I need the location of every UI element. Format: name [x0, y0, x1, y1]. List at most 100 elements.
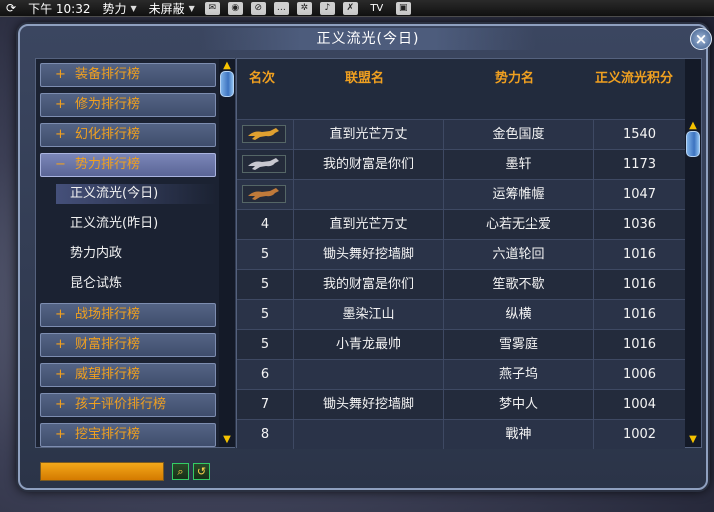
music-icon[interactable]: ♪: [319, 1, 335, 15]
table-row[interactable]: 我的财富是你们 墨轩 1173: [237, 149, 685, 179]
faction-cell: 六道轮回: [492, 247, 545, 262]
column-divider: [593, 119, 594, 449]
faction-cell: 笙歌不歇: [492, 277, 545, 292]
category-cultivation[interactable]: + 修为排行榜: [40, 93, 216, 117]
close-icon[interactable]: ×: [690, 28, 712, 50]
alliance-cell: 小青龙最帅: [335, 337, 401, 352]
chat-icon[interactable]: …: [273, 1, 289, 15]
category-label: 修为排行榜: [75, 97, 141, 112]
block-dropdown[interactable]: 未屏蔽 ▼: [143, 0, 201, 17]
category-label: 威望排行榜: [75, 367, 141, 382]
header-alliance: 联盟名: [345, 71, 385, 86]
rank-medal: [237, 180, 293, 209]
scroll-down-icon[interactable]: ▼: [221, 435, 233, 445]
scroll-up-icon[interactable]: ▲: [687, 121, 699, 131]
rank-cell: 4: [260, 217, 270, 232]
table-row[interactable]: 运筹帷幄 1047: [237, 179, 685, 209]
alliance-cell: 墨染江山: [342, 307, 395, 322]
alliance-cell: [294, 360, 443, 389]
left-scrollbar[interactable]: ▲ ▼: [219, 59, 235, 447]
faction-cell: 梦中人: [498, 397, 538, 412]
block-label: 未屏蔽: [148, 1, 185, 16]
ranking-table: 名次 联盟名 势力名 正义流光积分 直到光芒万丈 金色国度 1540 我的财富是你们墨…: [236, 58, 702, 449]
faction-cell: 心若无尘爱: [485, 217, 551, 232]
category-wealth[interactable]: + 财富排行榜: [40, 333, 216, 357]
scroll-down-icon[interactable]: ▼: [687, 435, 699, 445]
no-sign-icon[interactable]: ⊘: [250, 1, 266, 15]
category-treasure[interactable]: + 挖宝排行榜: [40, 423, 216, 447]
subitem-internal-affairs[interactable]: 势力内政: [70, 244, 122, 264]
faction-cell: 墨轩: [505, 157, 532, 172]
score-cell: 1004: [622, 397, 657, 412]
table-row[interactable]: 4 直到光芒万丈 心若无尘爱 1036: [237, 209, 685, 239]
faction-cell: 燕子坞: [498, 367, 538, 382]
table-row[interactable]: 8 戰神 1002: [237, 419, 685, 449]
alliance-cell: 我的财富是你们: [322, 277, 414, 292]
faction-cell: 雪雾庭: [498, 337, 538, 352]
table-row[interactable]: 5 小青龙最帅 雪雾庭 1016: [237, 329, 685, 359]
table-row[interactable]: 直到光芒万丈 金色国度 1540: [237, 119, 685, 149]
tv-icon[interactable]: TV: [366, 2, 388, 15]
category-battlefield[interactable]: + 战场排行榜: [40, 303, 216, 327]
score-cell: 1016: [622, 277, 657, 292]
refresh-icon[interactable]: ⟳: [0, 0, 22, 17]
table-row[interactable]: 5 锄头舞好挖墙脚 六道轮回 1016: [237, 239, 685, 269]
settings-icon[interactable]: ✲: [296, 1, 312, 15]
rank-cell: 5: [260, 277, 270, 292]
category-children[interactable]: + 孩子评价排行榜: [40, 393, 216, 417]
alliance-cell: 直到光芒万丈: [329, 217, 408, 232]
scroll-thumb[interactable]: [686, 131, 700, 157]
top-hud-bar: ⟳ 下午 10:32 势力 ▼ 未屏蔽 ▼ ✉ ◉ ⊘ … ✲ ♪ ✗ TV ▣: [0, 0, 714, 17]
expand-icon: +: [55, 67, 66, 82]
chevron-down-icon: ▼: [130, 3, 137, 13]
expand-icon: +: [55, 427, 66, 442]
faction-dropdown[interactable]: 势力 ▼: [96, 0, 142, 17]
category-list: + 装备排行榜 + 修为排行榜 + 幻化排行榜 − 势力排行榜 正义流光(今日) 正义流…: [35, 58, 235, 448]
search-icon[interactable]: ⌕: [172, 463, 189, 480]
score-cell: 1016: [622, 247, 657, 262]
header-rank: 名次: [249, 71, 276, 86]
faction-cell: 金色国度: [492, 127, 545, 142]
faction-cell: 戰神: [505, 427, 532, 442]
header-faction: 势力名: [495, 71, 535, 86]
category-label: 战场排行榜: [75, 307, 141, 322]
score-cell: 1016: [622, 337, 657, 352]
table-row[interactable]: 5 我的财富是你们 笙歌不歇 1016: [237, 269, 685, 299]
panel-icon[interactable]: ▣: [395, 1, 411, 15]
rank-cell: 6: [260, 367, 270, 382]
reset-icon[interactable]: ↺: [193, 463, 210, 480]
category-equipment[interactable]: + 装备排行榜: [40, 63, 216, 87]
silver-medal-icon: [242, 155, 286, 173]
category-prestige[interactable]: + 威望排行榜: [40, 363, 216, 387]
rank-cell: 8: [260, 427, 270, 442]
collapse-icon: −: [55, 157, 66, 172]
category-label: 幻化排行榜: [75, 127, 141, 142]
run-icon[interactable]: ✗: [342, 1, 358, 15]
table-row[interactable]: 6 燕子坞 1006: [237, 359, 685, 389]
category-faction[interactable]: − 势力排行榜: [40, 153, 216, 177]
faction-cell: 纵横: [505, 307, 532, 322]
rank-cell: 7: [260, 397, 270, 412]
alliance-cell: 我的财富是你们: [322, 157, 414, 172]
category-label: 财富排行榜: [75, 337, 141, 352]
category-transform[interactable]: + 幻化排行榜: [40, 123, 216, 147]
mail-icon[interactable]: ✉: [204, 1, 220, 15]
table-row[interactable]: 7 锄头舞好挖墙脚 梦中人 1004: [237, 389, 685, 419]
alliance-cell: [294, 420, 443, 449]
score-cell: 1047: [622, 187, 657, 202]
subitem-justice-yesterday[interactable]: 正义流光(昨日): [70, 214, 158, 234]
expand-icon: +: [55, 367, 66, 382]
subitem-kunlun-trial[interactable]: 昆仑试炼: [70, 274, 122, 294]
table-row[interactable]: 5 墨染江山 纵横 1016: [237, 299, 685, 329]
scroll-up-icon[interactable]: ▲: [221, 61, 233, 71]
search-input[interactable]: [40, 462, 164, 481]
expand-icon: +: [55, 337, 66, 352]
camera-icon[interactable]: ◉: [227, 1, 243, 15]
window-title: 正义流光(今日): [200, 28, 536, 50]
rank-cell: 5: [260, 337, 270, 352]
subitem-justice-today[interactable]: 正义流光(今日): [56, 184, 216, 204]
score-cell: 1540: [622, 127, 657, 142]
table-scrollbar[interactable]: ▲ ▼: [685, 59, 701, 447]
category-label: 势力排行榜: [75, 157, 141, 172]
scroll-thumb[interactable]: [220, 71, 234, 97]
